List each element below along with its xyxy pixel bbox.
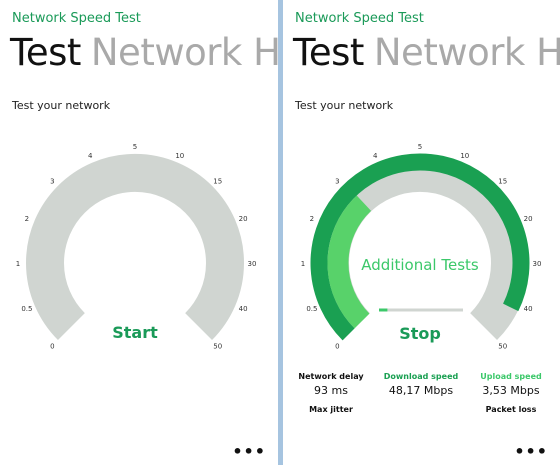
gauge-tick-label: 4 [373, 152, 378, 160]
gauge-tick-label: 3 [335, 177, 339, 185]
gauge-tick-label: 2 [25, 215, 29, 223]
gauge-tick-label: 10 [460, 152, 469, 160]
pivot-tab-test[interactable]: Test [10, 31, 81, 74]
testing-screen: Network Speed Test Test Network H Test yo… [283, 0, 560, 465]
gauge-tick-label: 15 [498, 177, 507, 185]
pivot-header: Test Network H [10, 31, 278, 74]
gauge-tick-label: 5 [133, 143, 137, 151]
app-title: Network Speed Test [12, 11, 141, 26]
upload-speed-stat: Upload speed 3,53 Mbps Packet loss [471, 372, 551, 414]
stop-button[interactable]: Stop [399, 324, 441, 343]
gauge-tick-label: 20 [524, 215, 533, 223]
gauge-tick-label: 4 [88, 152, 93, 160]
gauge-tick-label: 0 [335, 343, 339, 351]
pivot-tab-test[interactable]: Test [293, 31, 364, 74]
gauge-tick-label: 20 [239, 215, 248, 223]
gauge-tick-label: 30 [248, 260, 257, 268]
gauge-tick-label: 50 [213, 343, 222, 351]
gauge-tick-label: 1 [16, 260, 20, 268]
upload-speed-value: 3,53 Mbps [482, 384, 540, 397]
status-label: Additional Tests [361, 256, 479, 274]
section-subtitle: Test your network [12, 99, 111, 112]
pivot-tab-network-history[interactable]: Network H [374, 31, 560, 74]
network-delay-stat: Network delay 93 ms Max jitter [291, 372, 371, 414]
gauge-track [26, 153, 244, 341]
max-jitter-label: Max jitter [309, 405, 353, 414]
gauge-tick-label: 3 [50, 177, 54, 185]
pivot-header: Test Network H [293, 31, 560, 74]
gauge-tick-label: 10 [175, 152, 184, 160]
gauge-tick-label: 0.5 [21, 305, 32, 313]
pivot-tab-network-history[interactable]: Network H [91, 31, 278, 74]
network-delay-value: 93 ms [314, 384, 348, 397]
download-speed-label: Download speed [383, 372, 459, 381]
gauge-tick-label: 15 [213, 177, 222, 185]
more-options-icon[interactable]: ••• [514, 442, 548, 461]
section-subtitle: Test your network [295, 99, 394, 112]
gauge-tick-label: 0 [50, 343, 54, 351]
packet-loss-label: Packet loss [485, 405, 537, 414]
more-options-icon[interactable]: ••• [232, 442, 266, 461]
gauge-tick-label: 1 [301, 260, 305, 268]
speed-gauge: 0 0.5 1 2 3 4 5 10 15 20 30 40 50 Additional Tests S… [301, 143, 542, 351]
app-title: Network Speed Test [295, 11, 424, 26]
start-button[interactable]: Start [112, 323, 158, 342]
speed-gauge: 0 0.5 1 2 3 4 5 10 15 20 30 40 50 Start [16, 143, 257, 351]
download-speed-value: 48,17 Mbps [388, 384, 454, 397]
start-screen: Network Speed Test Test Network H Test yo… [0, 0, 278, 465]
download-speed-stat: Download speed 48,17 Mbps [381, 372, 461, 397]
gauge-tick-label: 40 [239, 305, 248, 313]
network-delay-label: Network delay [298, 372, 364, 381]
upload-speed-label: Upload speed [480, 372, 542, 381]
gauge-tick-label: 30 [533, 260, 542, 268]
gauge-tick-label: 5 [418, 143, 422, 151]
gauge-tick-label: 40 [524, 305, 533, 313]
gauge-tick-label: 0.5 [306, 305, 317, 313]
gauge-tick-label: 50 [498, 343, 507, 351]
gauge-tick-label: 2 [310, 215, 314, 223]
gauge-inner-progress [327, 195, 372, 329]
